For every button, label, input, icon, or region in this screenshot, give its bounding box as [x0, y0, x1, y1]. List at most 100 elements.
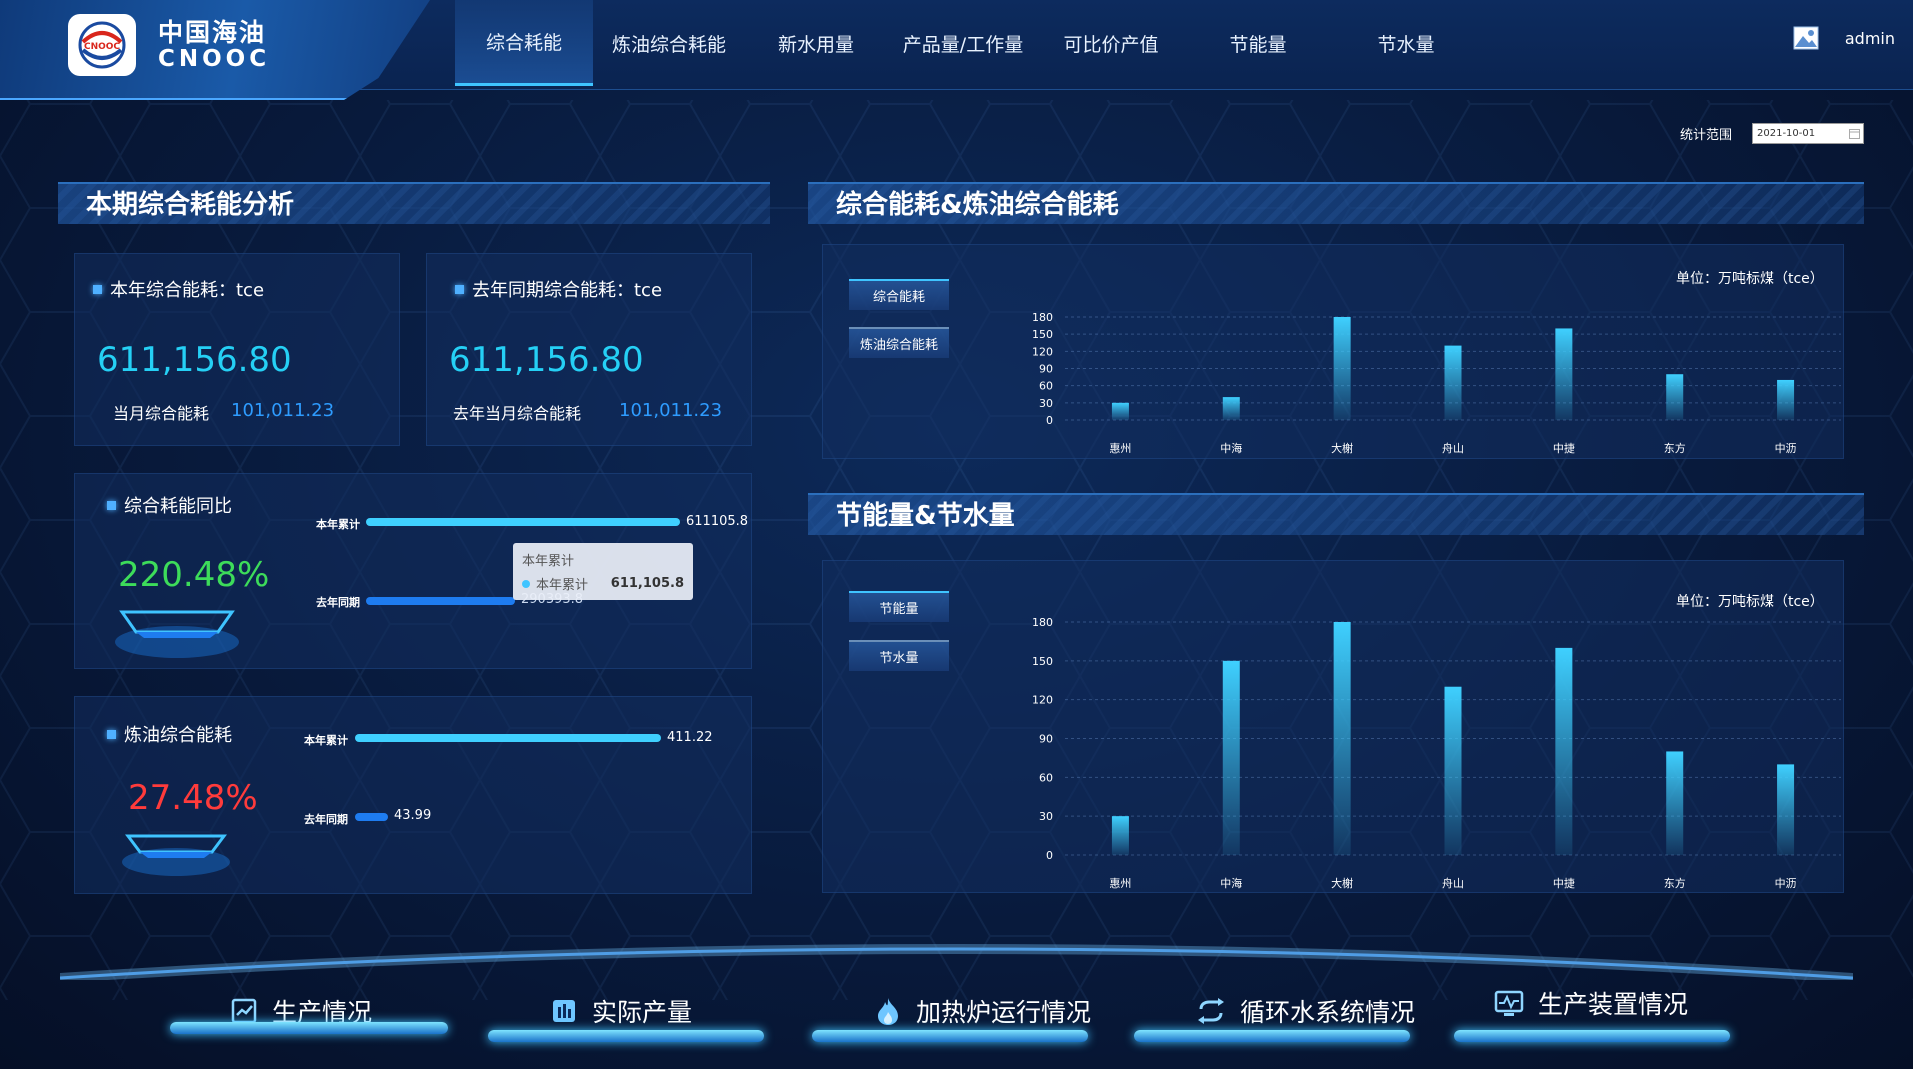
nav-item-comparable-value[interactable]: 可比价产值: [1039, 0, 1183, 86]
pedestal-icon: [115, 610, 239, 658]
top-header: CNOOC 中国海油 CNOOC 综合耗能 炼油综合耗能 新水用量 产品量/工作…: [0, 0, 1913, 100]
monitor-wave-icon: [1494, 990, 1524, 1016]
bar-中捷[interactable]: [1555, 647, 1573, 855]
section-title-analysis: 本期综合耗能分析: [58, 182, 770, 224]
card-last-year: 去年同期综合能耗：tce 611,156.80 去年当月综合能耗 101,011…: [426, 253, 752, 446]
bar-中沥[interactable]: [1777, 379, 1795, 420]
x-tick-label: 舟山: [1442, 876, 1464, 890]
y-tick-label: 180: [1032, 616, 1053, 629]
x-tick-label: 中海: [1220, 876, 1242, 890]
yoy-bar-last: [366, 597, 515, 605]
y-tick-label: 120: [1032, 345, 1053, 358]
refining-label-text: 炼油综合能耗: [124, 725, 232, 746]
x-tick-label: 惠州: [1109, 441, 1131, 455]
this-year-label: 本年综合能耗：tce: [93, 276, 264, 302]
tooltip-value: 611,105.8: [610, 576, 684, 591]
square-bullet-icon: [107, 500, 116, 510]
x-tick-label: 中海: [1220, 441, 1242, 455]
bottom-nav-production-unit[interactable]: 生产装置情况: [1446, 976, 1688, 1030]
date-range-input[interactable]: [1752, 123, 1864, 144]
last-year-label-text: 去年同期综合能耗：tce: [472, 280, 663, 301]
bottom-nav-production-unit-label: 生产装置情况: [1538, 990, 1689, 1019]
nav-item-product-workload[interactable]: 产品量/工作量: [887, 0, 1039, 86]
nav-item-refining-energy[interactable]: 炼油综合耗能: [593, 0, 745, 86]
energy-bar-chart: 0 30 60 90 120 150 180 惠州 中海 大榭 舟山 中捷 东方 中沥: [1032, 311, 1841, 455]
nav-item-new-water[interactable]: 新水用量: [745, 0, 887, 86]
y-tick-label: 180: [1032, 311, 1053, 324]
this-year-label-text: 本年综合能耗：tce: [110, 280, 265, 301]
x-tick-label: 中沥: [1775, 877, 1797, 890]
section-title-energy: 综合能耗&炼油综合能耗: [808, 182, 1864, 224]
bar-大榭[interactable]: [1333, 317, 1351, 420]
nav-item-water-saving[interactable]: 节水量: [1333, 0, 1479, 86]
y-tick-label: 150: [1032, 328, 1053, 341]
legend-water-saving[interactable]: 节水量: [849, 640, 949, 671]
user-name[interactable]: admin: [1845, 29, 1895, 48]
bar-东方[interactable]: [1666, 751, 1684, 855]
y-tick-label: 30: [1039, 810, 1053, 823]
this-month-label: 当月综合能耗: [113, 404, 210, 423]
nav-item-energy-saving[interactable]: 节能量: [1183, 0, 1333, 86]
refining-bar-current: [355, 734, 661, 742]
bar-中海[interactable]: [1222, 660, 1240, 855]
refining-bar-last: [355, 813, 388, 821]
x-tick-label: 惠州: [1109, 876, 1131, 890]
y-tick-label: 30: [1039, 397, 1053, 410]
main-nav: 综合耗能 炼油综合耗能 新水用量 产品量/工作量 可比价产值 节能量 节水量: [455, 0, 1479, 86]
nav-item-comprehensive-energy[interactable]: 综合耗能: [455, 0, 593, 86]
bar-中捷[interactable]: [1555, 328, 1573, 420]
x-tick-label: 舟山: [1442, 441, 1464, 455]
refining-bar-value-current: 411.22: [667, 730, 713, 745]
bar-惠州[interactable]: [1111, 816, 1129, 855]
refining-bar-value-last: 43.99: [394, 808, 432, 823]
yoy-bar-value-current: 611105.8: [686, 514, 749, 529]
legend-comprehensive-energy[interactable]: 综合能耗: [849, 279, 949, 310]
x-tick-label: 中捷: [1553, 441, 1575, 455]
bar-舟山[interactable]: [1444, 345, 1462, 420]
yoy-label: 综合耗能同比: [107, 492, 232, 518]
y-tick-label: 0: [1046, 414, 1053, 427]
last-year-month-value: 101,011.23: [619, 400, 723, 421]
x-tick-label: 东方: [1664, 441, 1686, 455]
square-bullet-icon: [455, 284, 464, 294]
legend-refining-energy[interactable]: 炼油综合能耗: [849, 327, 949, 358]
bar-中沥[interactable]: [1777, 764, 1795, 855]
bar-中海[interactable]: [1222, 397, 1240, 420]
bar-大榭[interactable]: [1333, 622, 1351, 855]
calendar-icon[interactable]: [1849, 128, 1860, 139]
y-tick-label: 90: [1039, 733, 1053, 746]
bottom-nav-circulating-water-label: 循环水系统情况: [1240, 998, 1416, 1027]
bottom-nav-actual-output-label: 实际产量: [592, 998, 693, 1027]
bar-东方[interactable]: [1666, 374, 1684, 420]
last-year-month-label: 去年当月综合能耗: [453, 404, 582, 423]
x-tick-label: 大榭: [1331, 441, 1353, 455]
bottom-nav-base: [170, 1022, 448, 1034]
last-year-value: 611,156.80: [449, 340, 644, 380]
this-month-value: 101,011.23: [231, 400, 335, 421]
stat-range-label: 统计范围: [1680, 128, 1733, 143]
chart-board-icon: [231, 998, 257, 1024]
refining-bar-label-current: 本年累计: [304, 734, 348, 747]
y-tick-label: 0: [1046, 849, 1053, 862]
user-area[interactable]: admin: [1793, 26, 1895, 50]
bottom-nav-base: [1134, 1030, 1410, 1042]
bar-chart-icon: [553, 1000, 575, 1022]
x-tick-label: 中捷: [1553, 876, 1575, 890]
bar-舟山[interactable]: [1444, 686, 1462, 855]
tooltip-title: 本年累计: [522, 554, 575, 569]
refining-percent: 27.48%: [128, 778, 258, 818]
y-tick-label: 60: [1039, 380, 1053, 393]
last-year-label: 去年同期综合能耗：tce: [455, 276, 662, 302]
y-tick-label: 90: [1039, 363, 1053, 376]
bottom-nav-furnace-label: 加热炉运行情况: [916, 998, 1092, 1027]
logo-badge-text: CNOOC: [84, 42, 120, 52]
bottom-nav-base: [488, 1030, 764, 1042]
bar-惠州[interactable]: [1111, 402, 1129, 420]
yoy-bar-label-last: 去年同期: [316, 596, 360, 609]
pedestal-icon: [122, 834, 230, 876]
square-bullet-icon: [107, 729, 116, 739]
card-this-year: 本年综合能耗：tce 611,156.80 当月综合能耗 101,011.23: [74, 253, 400, 446]
bottom-arc-decoration: [60, 944, 1853, 980]
avatar-image-icon[interactable]: [1793, 26, 1819, 50]
legend-energy-saving[interactable]: 节能量: [849, 591, 949, 622]
